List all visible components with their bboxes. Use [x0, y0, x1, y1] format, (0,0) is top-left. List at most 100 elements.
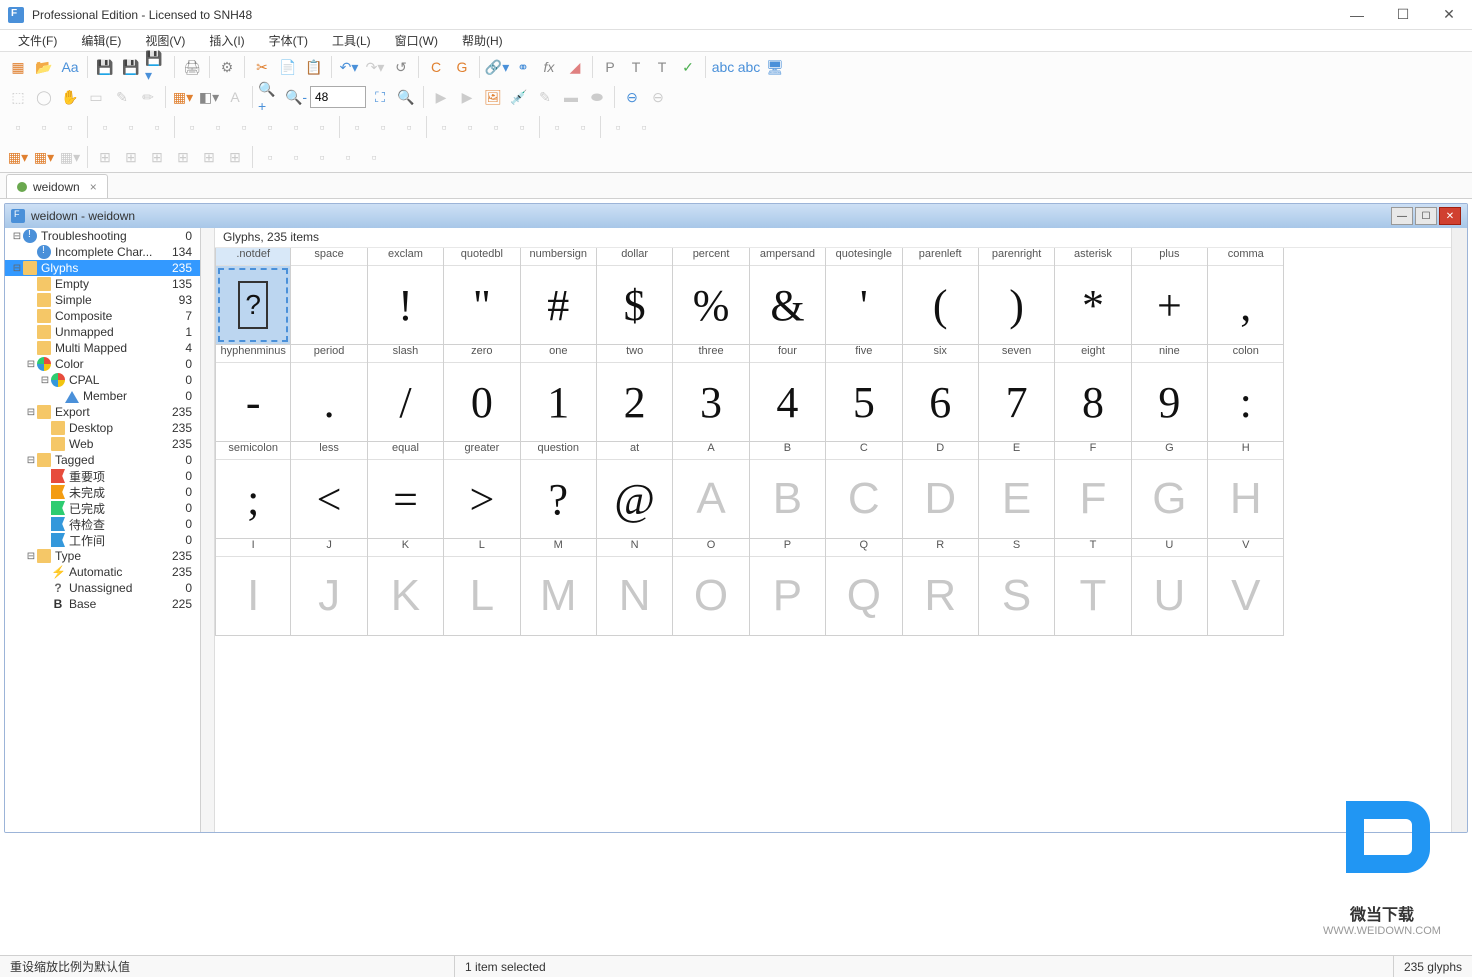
rect-icon[interactable]: ▬: [559, 85, 583, 109]
align1-icon[interactable]: ▫: [6, 115, 30, 139]
glyph-cell[interactable]: two2: [597, 345, 673, 442]
glyph-cell[interactable]: plus+: [1132, 248, 1208, 345]
script-p-icon[interactable]: P: [598, 55, 622, 79]
tree-row[interactable]: Multi Mapped4: [5, 340, 200, 356]
glyph-cell[interactable]: six6: [903, 345, 979, 442]
tree-toggle-icon[interactable]: ⊟: [11, 231, 23, 242]
menu-item[interactable]: 窗口(W): [385, 30, 448, 51]
zoom-input[interactable]: [310, 86, 366, 108]
glyph-cell[interactable]: one1: [521, 345, 597, 442]
screen-icon[interactable]: 🖥: [763, 55, 787, 79]
minimize-button[interactable]: —: [1334, 0, 1380, 30]
glyph-cell[interactable]: nine9: [1132, 345, 1208, 442]
glyph-cell[interactable]: FF: [1055, 442, 1131, 539]
zoom-out-icon[interactable]: 🔍-: [284, 85, 308, 109]
oval-icon[interactable]: ⬬: [585, 85, 609, 109]
tree-row[interactable]: Incomplete Char...134: [5, 244, 200, 260]
glyph-cell[interactable]: hyphenminus-: [215, 345, 291, 442]
tree-toggle-icon[interactable]: ⊟: [25, 551, 37, 562]
c-icon[interactable]: C: [424, 55, 448, 79]
eraser-icon[interactable]: ◢: [563, 55, 587, 79]
tree-row[interactable]: Member0: [5, 388, 200, 404]
unlink-icon[interactable]: ⚭: [511, 55, 535, 79]
text-color-icon[interactable]: A: [223, 85, 247, 109]
glyph-cell[interactable]: period.: [291, 345, 367, 442]
glyph-cell[interactable]: percent%: [673, 248, 749, 345]
shape-icon[interactable]: ▭: [84, 85, 108, 109]
tree-panel[interactable]: ⊟Troubleshooting0Incomplete Char...134⊟G…: [5, 228, 201, 832]
tree-row[interactable]: ⊟CPAL0: [5, 372, 200, 388]
tree-row[interactable]: 工作间0: [5, 532, 200, 548]
tree-row[interactable]: Composite7: [5, 308, 200, 324]
glyph-cell[interactable]: CC: [826, 442, 902, 539]
image-icon[interactable]: 🖼: [481, 85, 505, 109]
tree-row[interactable]: 未完成0: [5, 484, 200, 500]
tree-row[interactable]: 已完成0: [5, 500, 200, 516]
glyph-cell[interactable]: question?: [521, 442, 597, 539]
grid2-icon[interactable]: ▦▾: [32, 145, 56, 169]
g-icon[interactable]: G: [450, 55, 474, 79]
tree-toggle-icon[interactable]: ⊟: [39, 375, 51, 386]
inner-close-button[interactable]: ✕: [1439, 207, 1461, 225]
menu-item[interactable]: 编辑(E): [71, 30, 131, 51]
menu-item[interactable]: 插入(I): [199, 30, 254, 51]
tab-close-icon[interactable]: ×: [90, 180, 97, 194]
link-icon[interactable]: 🔗▾: [485, 55, 509, 79]
menu-item[interactable]: 字体(T): [259, 30, 318, 51]
color-pick-icon[interactable]: ▦▾: [171, 85, 195, 109]
glyph-cell[interactable]: ampersand&: [750, 248, 826, 345]
menu-item[interactable]: 帮助(H): [452, 30, 513, 51]
glyph-cell[interactable]: NN: [597, 539, 673, 636]
glyph-cell[interactable]: parenright): [979, 248, 1055, 345]
glyph-cell[interactable]: numbersign#: [521, 248, 597, 345]
menu-item[interactable]: 工具(L): [322, 30, 381, 51]
glyph-cell[interactable]: MM: [521, 539, 597, 636]
glyph-cell[interactable]: AA: [673, 442, 749, 539]
glyph-cell[interactable]: parenleft(: [903, 248, 979, 345]
paste-icon[interactable]: 📋: [302, 55, 326, 79]
glyph-cell[interactable]: dollar$: [597, 248, 673, 345]
tree-toggle-icon[interactable]: ⊟: [25, 455, 37, 466]
glyph-cell[interactable]: asterisk*: [1055, 248, 1131, 345]
inner-maximize-button[interactable]: ☐: [1415, 207, 1437, 225]
glyph-cell[interactable]: GG: [1132, 442, 1208, 539]
new-font-icon[interactable]: ▦: [6, 55, 30, 79]
tree-row[interactable]: Simple93: [5, 292, 200, 308]
glyph-cell[interactable]: three3: [673, 345, 749, 442]
tree-toggle-icon[interactable]: ⊟: [25, 359, 37, 370]
tree-row[interactable]: ⚡Automatic235: [5, 564, 200, 580]
abc1-icon[interactable]: abc: [711, 55, 735, 79]
tree-toggle-icon[interactable]: ⊟: [25, 407, 37, 418]
grid1-icon[interactable]: ▦▾: [6, 145, 30, 169]
nav-next-icon[interactable]: ⊖: [646, 85, 670, 109]
glyph-cell[interactable]: equal=: [368, 442, 444, 539]
glyph-cell[interactable]: quotedbl": [444, 248, 520, 345]
redo-icon[interactable]: ↷▾: [363, 55, 387, 79]
copy-icon[interactable]: 📄: [276, 55, 300, 79]
glyph-cell[interactable]: .notdef?: [215, 248, 291, 345]
glyph-cell[interactable]: five5: [826, 345, 902, 442]
glyph-cell[interactable]: slash/: [368, 345, 444, 442]
glyph-cell[interactable]: II: [215, 539, 291, 636]
tree-row[interactable]: ?Unassigned0: [5, 580, 200, 596]
tree-row[interactable]: ⊟Tagged0: [5, 452, 200, 468]
print-icon[interactable]: 🖨: [180, 55, 204, 79]
tree-row[interactable]: Web235: [5, 436, 200, 452]
abc2-icon[interactable]: abc: [737, 55, 761, 79]
tree-row[interactable]: ⊟Troubleshooting0: [5, 228, 200, 244]
glyph-cell[interactable]: EE: [979, 442, 1055, 539]
glyph-cell[interactable]: eight8: [1055, 345, 1131, 442]
pencil-icon[interactable]: ✏: [136, 85, 160, 109]
check-icon[interactable]: ✓: [676, 55, 700, 79]
gradient-icon[interactable]: ◧▾: [197, 85, 221, 109]
tree-row[interactable]: 待检查0: [5, 516, 200, 532]
glyph-cell[interactable]: at@: [597, 442, 673, 539]
tree-row[interactable]: BBase225: [5, 596, 200, 612]
glyph-cell[interactable]: PP: [750, 539, 826, 636]
glyph-cell[interactable]: OO: [673, 539, 749, 636]
zoom-fit-icon[interactable]: ⛶: [368, 85, 392, 109]
glyph-cell[interactable]: KK: [368, 539, 444, 636]
script-t-icon[interactable]: T: [624, 55, 648, 79]
glyph-cell[interactable]: QQ: [826, 539, 902, 636]
glyph-cell[interactable]: comma,: [1208, 248, 1284, 345]
